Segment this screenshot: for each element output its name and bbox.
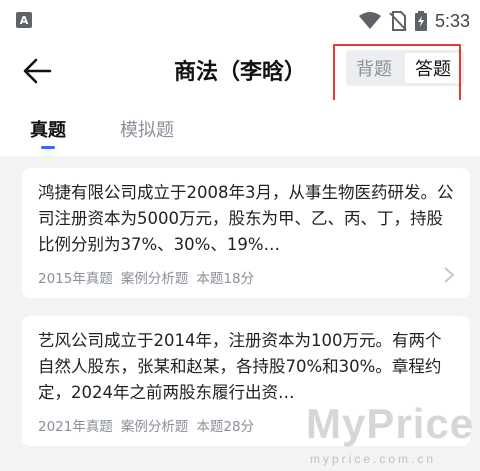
wifi-icon	[358, 12, 381, 29]
battery-charging-icon	[414, 11, 427, 31]
question-type: 案例分析题	[120, 271, 189, 287]
question-card[interactable]: 艺风公司成立于2014年，注册资本为100万元。有两个自然人股东，张某和赵某，各…	[22, 316, 470, 446]
tab-indicator	[41, 146, 55, 149]
question-year: 2021年真题	[38, 419, 113, 435]
answer-mode-button[interactable]: 答题	[405, 53, 461, 83]
tab-bar: 真题 模拟题	[0, 100, 480, 156]
status-icons: 5:33	[358, 8, 470, 34]
question-type: 案例分析题	[120, 419, 189, 435]
recite-mode-button[interactable]: 背题	[346, 50, 402, 86]
no-sim-icon	[389, 11, 407, 31]
question-score: 本题28分	[196, 419, 255, 435]
status-bar: A 5:33	[0, 0, 480, 42]
mode-toggle[interactable]: 背题 答题	[346, 50, 464, 86]
question-meta: 2015年真题 案例分析题 本题18分	[38, 267, 254, 287]
question-card[interactable]: 鸿捷有限公司成立于2008年3月，从事生物医药研发。公司注册资本为5000万元，…	[22, 168, 470, 298]
tab-mock-exam[interactable]: 模拟题	[120, 116, 174, 142]
question-text: 艺风公司成立于2014年，注册资本为100万元。有两个自然人股东，张某和赵某，各…	[38, 331, 442, 402]
tab-real-exam[interactable]: 真题	[30, 116, 66, 142]
watermark-url: myprice.com.cn	[310, 452, 437, 466]
app-notification-icon: A	[16, 12, 32, 28]
question-year: 2015年真题	[38, 271, 113, 287]
question-score: 本题18分	[196, 271, 255, 287]
question-meta: 2021年真题 案例分析题 本题28分	[38, 415, 254, 435]
clock: 5:33	[434, 10, 470, 31]
question-text: 鸿捷有限公司成立于2008年3月，从事生物医药研发。公司注册资本为5000万元，…	[38, 183, 454, 254]
chevron-right-icon	[444, 267, 455, 283]
